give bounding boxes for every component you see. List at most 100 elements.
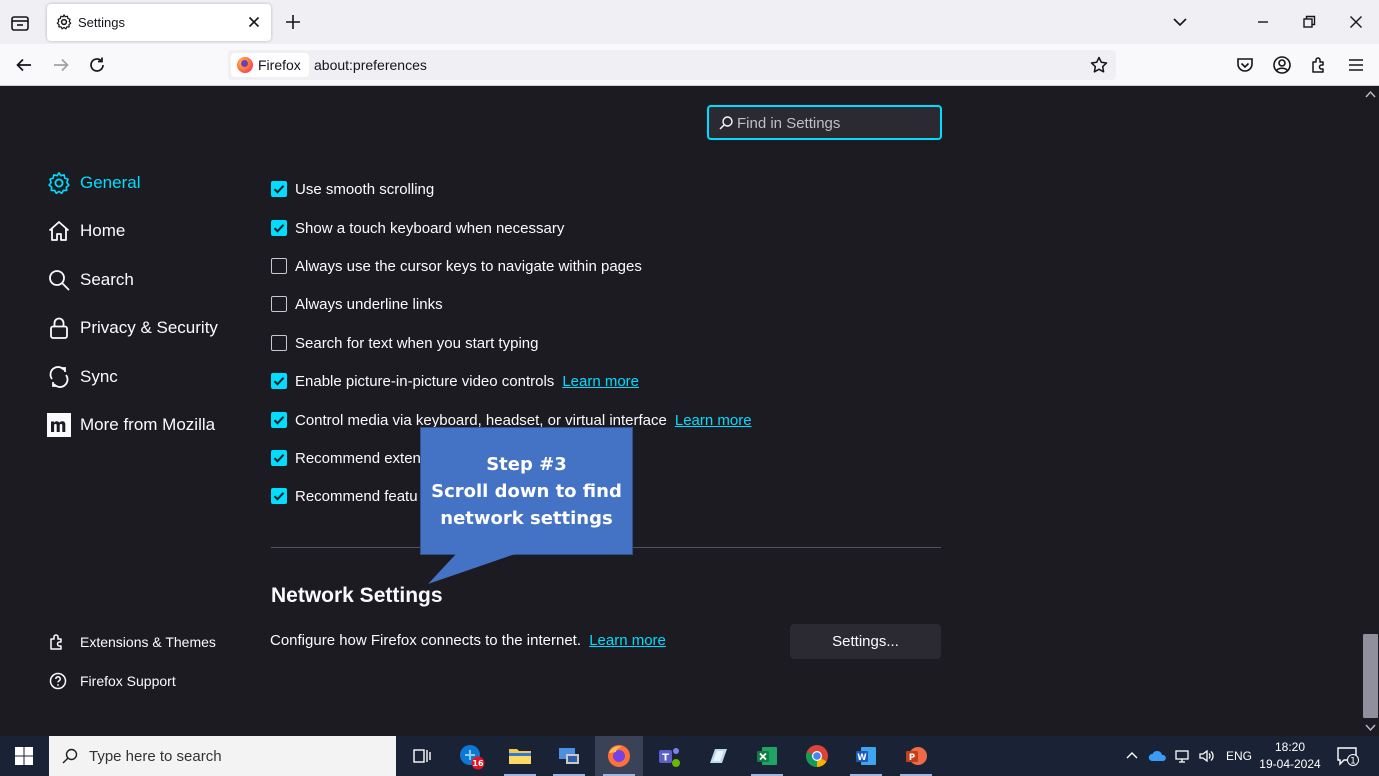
taskbar-firefox[interactable] [595,736,643,776]
notification-icon: 1 [1337,747,1359,767]
reload-icon[interactable] [86,54,108,76]
close-icon[interactable] [245,13,263,31]
category-label: General [80,173,141,192]
checkbox-checked[interactable] [271,488,287,504]
tutorial-callout: Step #3 Scroll down to find network sett… [420,427,633,555]
taskbar-remote-desktop[interactable] [545,736,593,776]
taskbar-file-explorer[interactable] [496,736,544,776]
category-sync[interactable]: Sync [46,362,118,392]
category-privacy[interactable]: Privacy & Security [46,313,218,343]
footer-label: Firefox Support [80,673,176,689]
learn-more-link[interactable]: Learn more [675,412,752,429]
option-label: Recommend featu [295,487,418,505]
minimize-icon[interactable] [1251,10,1275,34]
taskbar-excel[interactable] [743,736,791,776]
restore-icon[interactable] [1297,10,1321,34]
notification-count: 1 [1350,757,1356,767]
onedrive-icon[interactable] [1148,748,1168,764]
menu-icon[interactable] [1345,54,1367,76]
taskbar-search-box[interactable]: Type here to search [49,736,396,776]
option-recommend-features[interactable]: Recommend featu [271,485,418,507]
option-search-typing[interactable]: Search for text when you start typing [271,332,538,354]
extensions-and-themes-link[interactable]: Extensions & Themes [46,627,216,657]
url-text[interactable]: about:preferences [314,57,427,73]
category-more-from-mozilla[interactable]: More from Mozilla [46,410,215,440]
scrollbar-thumb[interactable] [1363,634,1378,718]
taskbar-search-placeholder: Type here to search [89,748,222,765]
extensions-icon[interactable] [1308,54,1330,76]
option-label: Show a touch keyboard when necessary [295,219,565,237]
vertical-scrollbar[interactable] [1362,86,1379,736]
gear-icon [55,13,73,31]
new-tab-button[interactable] [283,12,303,32]
learn-more-link[interactable]: Learn more [589,632,666,649]
gear-icon [48,172,70,195]
windows-start-button[interactable] [0,736,48,776]
checkbox-unchecked[interactable] [271,335,287,351]
option-picture-in-picture[interactable]: Enable picture-in-picture video controls… [271,370,639,392]
identity-box[interactable]: Firefox [231,53,309,77]
chevron-down-icon[interactable] [1170,12,1190,32]
back-arrow-icon[interactable] [13,54,35,76]
option-recommend-extensions[interactable]: Recommend exten [271,447,421,469]
category-home[interactable]: Home [46,216,125,246]
scroll-up-icon[interactable] [1365,90,1376,98]
scroll-down-icon[interactable] [1365,724,1376,732]
taskbar-clock[interactable]: 18:20 19-04-2024 [1255,739,1325,773]
volume-icon[interactable] [1198,748,1216,764]
option-touch-keyboard[interactable]: Show a touch keyboard when necessary [271,217,564,239]
option-smooth-scrolling[interactable]: Use smooth scrolling [271,178,434,200]
taskbar-teams[interactable]: T [645,736,693,776]
search-icon [62,748,78,764]
checkbox-checked[interactable] [271,373,287,389]
category-label: More from Mozilla [80,415,216,434]
language-indicator[interactable]: ENG [1226,749,1252,763]
account-icon[interactable] [1271,54,1293,76]
checkbox-checked[interactable] [271,450,287,466]
checkbox-checked[interactable] [271,220,287,236]
identity-label: Firefox [258,57,301,73]
task-view-button[interactable] [397,736,445,776]
firefox-support-link[interactable]: Firefox Support [46,666,176,696]
taskbar-word[interactable]: W [842,736,890,776]
firefox-view-icon[interactable] [8,12,32,34]
taskbar-outlook[interactable]: 16 [447,736,495,776]
option-underline-links[interactable]: Always underline links [271,293,443,315]
notification-center-button[interactable]: 1 [1336,745,1360,767]
firefox-logo-icon [237,57,253,73]
clock-time: 18:20 [1274,740,1306,754]
teams-icon: T [659,748,680,767]
find-in-settings-box[interactable] [707,105,942,140]
category-search[interactable]: Search [46,265,134,295]
checkbox-checked[interactable] [271,412,287,428]
firefox-logo-icon [608,745,630,767]
category-label: Search [80,270,134,289]
callout-tail [428,554,515,584]
folder-icon [509,749,531,764]
notes-icon [710,749,727,763]
search-input[interactable] [737,112,932,134]
tab-settings[interactable]: Settings [47,4,271,41]
system-tray: ENG [1124,736,1252,776]
forward-arrow-icon[interactable] [50,54,72,76]
checkbox-unchecked[interactable] [271,258,287,274]
pocket-icon[interactable] [1234,54,1256,76]
taskbar-chrome[interactable] [793,736,841,776]
taskbar-powerpoint[interactable]: P [892,736,940,776]
url-bar[interactable]: Firefox about:preferences [228,50,1116,80]
category-general[interactable]: General [46,168,140,198]
option-label: Control media via keyboard, headset, or … [295,411,667,429]
network-icon[interactable] [1174,748,1192,764]
bookmark-star-icon[interactable] [1088,54,1110,76]
option-cursor-keys[interactable]: Always use the cursor keys to navigate w… [271,255,642,277]
search-icon [49,270,70,291]
option-label: Search for text when you start typing [295,334,539,352]
option-label: Always use the cursor keys to navigate w… [295,257,642,275]
chevron-up-icon[interactable] [1124,748,1140,764]
learn-more-link[interactable]: Learn more [562,373,639,390]
network-settings-button[interactable]: Settings... [790,624,941,659]
checkbox-checked[interactable] [271,181,287,197]
window-close-icon[interactable] [1344,10,1368,34]
checkbox-unchecked[interactable] [271,296,287,312]
taskbar-notes[interactable] [694,736,742,776]
